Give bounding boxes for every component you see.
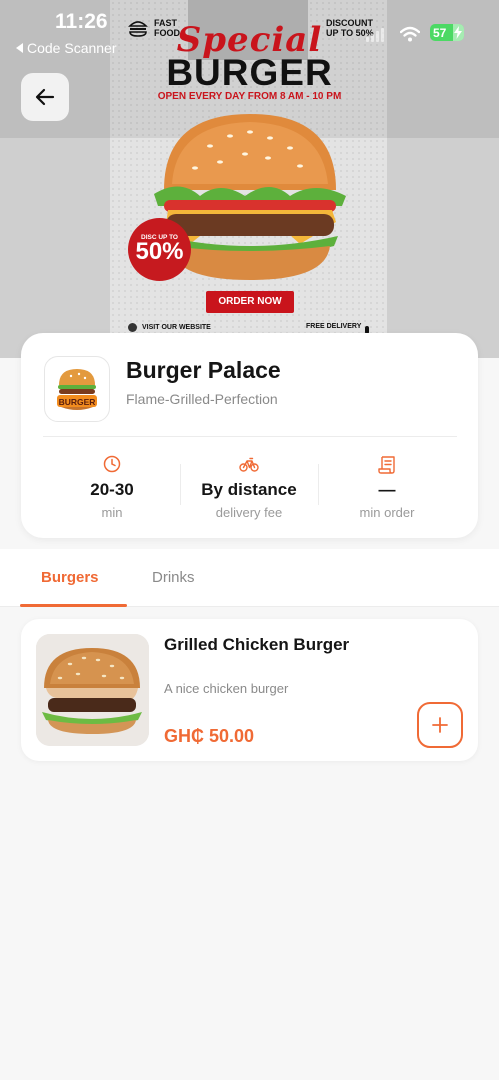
restaurant-tagline: Flame-Grilled-Perfection [126, 391, 278, 407]
card-divider [43, 436, 457, 437]
menu-item-name: Grilled Chicken Burger [164, 635, 350, 654]
tab-burgers[interactable]: Burgers [41, 569, 99, 586]
arrow-left-icon [35, 88, 55, 106]
chicken-burger-photo [36, 634, 149, 746]
discount-badge: DISC UP TO 50% [128, 218, 191, 281]
back-app-label: Code Scanner [27, 40, 117, 56]
min-order-value: — [378, 480, 396, 499]
plus-icon [432, 717, 448, 733]
restaurant-name: Burger Palace [126, 357, 281, 383]
order-now-label: ORDER NOW [206, 291, 294, 313]
visit-website-text: VISIT OUR WEBSITE [142, 324, 211, 331]
menu-item-image [36, 634, 149, 746]
banner-headline: BURGER [166, 52, 333, 93]
back-to-app-link[interactable]: Code Scanner [16, 40, 117, 56]
clock-icon [103, 455, 121, 473]
battery-level: 57 [433, 25, 447, 40]
delivery-time-value: 20-30 [90, 480, 134, 499]
banner-hours: OPEN EVERY DAY FROM 8 AM - 10 PM [157, 91, 342, 102]
min-order-label: min order [359, 505, 415, 520]
category-tabs: Burgers Drinks [0, 549, 499, 607]
free-delivery-text: FREE DELIVERY [306, 323, 362, 330]
bicycle-icon [239, 457, 259, 472]
receipt-icon [378, 456, 395, 474]
back-triangle-icon [16, 43, 23, 53]
stat-delivery-time: 20-30 min [43, 455, 181, 520]
add-to-cart-button[interactable] [417, 702, 463, 748]
globe-icon [128, 323, 137, 332]
active-tab-indicator [20, 604, 127, 607]
visit-website: VISIT OUR WEBSITE [128, 323, 211, 332]
restaurant-info-card: BURGER Burger Palace Flame-Grilled-Perfe… [21, 333, 478, 538]
discount-badge-value: 50% [135, 238, 184, 265]
delivery-time-label: min [101, 505, 123, 520]
back-button[interactable] [21, 73, 69, 121]
battery-indicator: 57 [430, 24, 464, 41]
wifi-icon [400, 26, 420, 42]
menu-item-description: A nice chicken burger [164, 681, 289, 696]
tab-drinks[interactable]: Drinks [152, 569, 195, 586]
burger-logo-icon: BURGER [57, 369, 97, 410]
cellular-signal-icon [366, 28, 384, 42]
delivery-fee-label: delivery fee [215, 505, 283, 520]
svg-text:BURGER: BURGER [59, 397, 96, 407]
restaurant-logo: BURGER [44, 356, 110, 422]
charging-bolt-icon [454, 26, 462, 39]
stat-min-order: — min order [318, 455, 456, 520]
status-time: 11:26 [55, 10, 108, 33]
menu-item-card[interactable]: Grilled Chicken Burger A nice chicken bu… [21, 619, 478, 761]
delivery-fee-value: By distance [201, 480, 297, 499]
stat-delivery-fee: By distance delivery fee [180, 455, 318, 520]
menu-item-price: GH₵ 50.00 [164, 726, 255, 746]
